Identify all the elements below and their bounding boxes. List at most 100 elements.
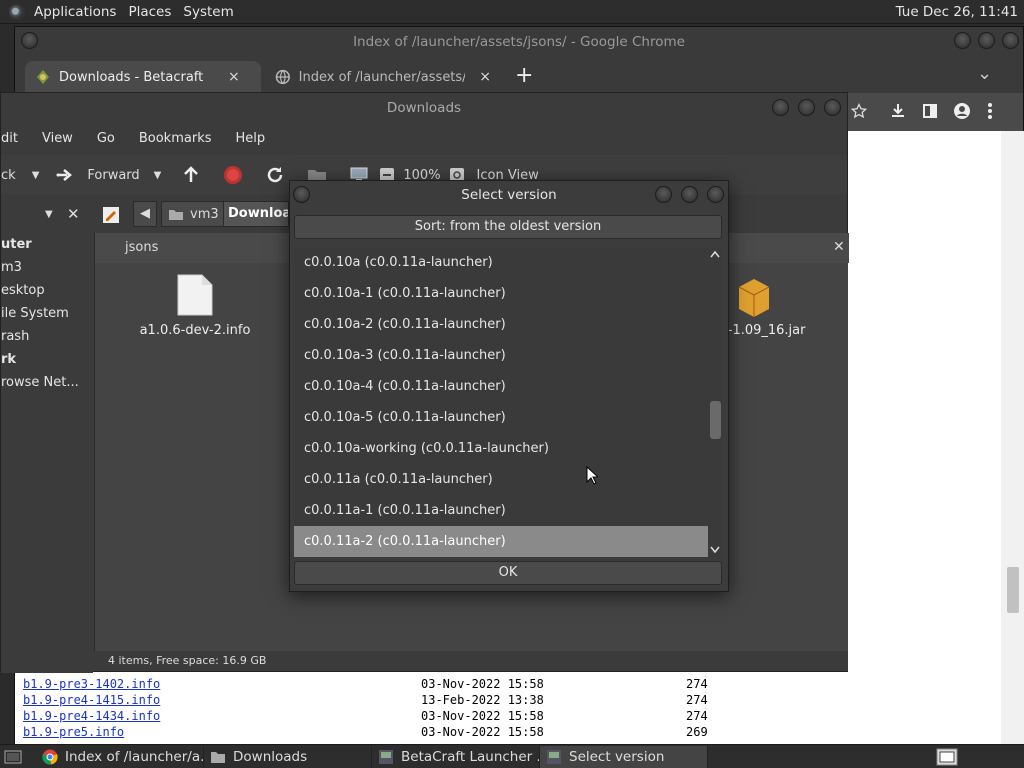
page-scrollbar-thumb[interactable]: [1007, 567, 1019, 613]
scroll-up-icon[interactable]: [710, 250, 720, 258]
tab-search-button[interactable]: ⌄: [977, 63, 992, 84]
close-side-pane-icon[interactable]: ✕: [67, 205, 80, 223]
list-item[interactable]: c0.0.10a-5 (c0.0.11a-launcher): [294, 402, 708, 433]
minimize-button[interactable]: [655, 186, 672, 203]
scrollbar-thumb[interactable]: [710, 401, 721, 439]
file-item[interactable]: a1.0.6-dev-2.info: [135, 273, 255, 338]
menu-view[interactable]: View: [42, 131, 73, 146]
file-link[interactable]: b1.9-pre4-1434.info: [23, 709, 160, 723]
profile-avatar-icon[interactable]: [953, 102, 971, 120]
bookmark-star-icon[interactable]: [851, 103, 867, 119]
minimize-button[interactable]: [954, 32, 971, 49]
stop-icon[interactable]: [223, 165, 243, 185]
folder-icon: [211, 751, 225, 763]
page-scrollbar[interactable]: [1001, 131, 1024, 745]
menu-help[interactable]: Help: [236, 131, 266, 146]
list-item[interactable]: c0.0.11a (c0.0.11a-launcher): [294, 464, 708, 495]
path-label: vm3: [190, 206, 219, 222]
tab-close-icon[interactable]: ✕: [833, 239, 845, 255]
scroll-down-icon[interactable]: [710, 546, 720, 554]
task-label: BetaCraft Launcher ...: [401, 748, 540, 765]
file-size: 274: [686, 693, 708, 707]
sidebar-header-network: rk: [1, 352, 17, 367]
tab-index-launcher[interactable]: Index of /launcher/assets/jsons/ ×: [265, 61, 501, 93]
file-link[interactable]: b1.9-pre3-1402.info: [23, 677, 160, 691]
workspace-switcher-icon[interactable]: [936, 748, 958, 766]
tab-close-icon[interactable]: ×: [228, 69, 240, 85]
edit-location-icon[interactable]: [102, 206, 120, 224]
file-date: 03-Nov-2022 15:58: [421, 725, 544, 739]
kebab-menu-icon[interactable]: [987, 102, 993, 120]
sidebar-item-vm3[interactable]: m3: [1, 256, 93, 279]
close-button[interactable]: [1002, 32, 1019, 49]
window-menu-button[interactable]: [293, 186, 310, 203]
show-desktop-icon[interactable]: [4, 749, 22, 765]
sidebar-item-desktop[interactable]: esktop: [1, 279, 93, 302]
menu-edit[interactable]: dit: [1, 131, 18, 146]
side-pane-dropdown-icon[interactable]: ▼: [45, 209, 53, 220]
list-item[interactable]: c0.0.11a-1 (c0.0.11a-launcher): [294, 495, 708, 526]
places-menu[interactable]: Places: [128, 4, 171, 20]
file-link[interactable]: b1.9-pre5.info: [23, 725, 124, 739]
menu-go[interactable]: Go: [97, 131, 115, 146]
back-button[interactable]: ck: [1, 168, 16, 183]
list-item[interactable]: c0.0.10a-2 (c0.0.11a-launcher): [294, 309, 708, 340]
fm-sidebar: uter m3 esktop ile System rash rk rowse …: [1, 233, 93, 673]
fm-titlebar: Downloads: [1, 93, 847, 123]
chrome-window-title: Index of /launcher/assets/jsons/ - Googl…: [353, 34, 685, 50]
list-item[interactable]: c0.0.10a-working (c0.0.11a-launcher): [294, 433, 708, 464]
list-item-selected[interactable]: c0.0.11a-2 (c0.0.11a-launcher): [294, 526, 708, 557]
sidebar-item-file-system[interactable]: ile System: [1, 302, 93, 325]
maximize-button[interactable]: [798, 99, 815, 116]
dialog-titlebar: Select version: [290, 181, 728, 209]
applications-menu[interactable]: Applications: [34, 4, 116, 20]
clock[interactable]: Tue Dec 26, 11:41: [896, 4, 1018, 20]
task-downloads[interactable]: Downloads: [204, 745, 372, 768]
tab-jsons[interactable]: jsons: [125, 240, 158, 255]
task-select-version[interactable]: Select version: [540, 745, 708, 768]
list-item[interactable]: c0.0.10a-1 (c0.0.11a-launcher): [294, 278, 708, 309]
file-size: 269: [686, 725, 708, 739]
file-name: a1.0.6-dev-2.info: [139, 323, 251, 338]
sidebar-item-browse-network[interactable]: rowse Net...: [1, 371, 93, 394]
list-item[interactable]: c0.0.10a-3 (c0.0.11a-launcher): [294, 340, 708, 371]
close-button[interactable]: [707, 186, 724, 203]
version-list[interactable]: c0.0.10a (c0.0.11a-launcher) c0.0.10a-1 …: [294, 247, 708, 557]
forward-arrow-icon: [56, 169, 73, 181]
tab-close-icon[interactable]: ×: [479, 69, 491, 85]
version-list-scrollbar[interactable]: [708, 247, 722, 557]
new-tab-button[interactable]: +: [515, 63, 533, 88]
task-chrome[interactable]: Index of /launcher/a...: [36, 745, 204, 768]
path-segment-downloads[interactable]: Downloads: [223, 201, 289, 227]
gnome-foot-icon[interactable]: [9, 3, 25, 20]
maximize-button[interactable]: [681, 186, 698, 203]
forward-dropdown-icon[interactable]: ▼: [154, 170, 162, 181]
side-panel-icon[interactable]: [922, 103, 938, 119]
ok-button[interactable]: OK: [294, 561, 722, 585]
minimize-button[interactable]: [772, 99, 789, 116]
path-segment-vm3[interactable]: vm3: [161, 201, 226, 227]
download-icon[interactable]: [889, 102, 907, 120]
path-left-arrow[interactable]: ◀: [133, 201, 157, 227]
forward-button[interactable]: Forward: [87, 168, 139, 183]
tab-downloads-betacraft[interactable]: Downloads - Betacraft ×: [25, 61, 261, 93]
reload-icon[interactable]: [265, 165, 285, 185]
fm-menubar: dit View Go Bookmarks Help: [1, 125, 847, 151]
window-menu-button[interactable]: [21, 32, 38, 49]
listing-row: b1.9-pre5.info 03-Nov-2022 15:58 269: [23, 725, 708, 739]
sort-button[interactable]: Sort: from the oldest version: [294, 215, 722, 239]
tab-title: Downloads - Betacraft: [59, 69, 204, 85]
fm-window-title: Downloads: [386, 100, 462, 116]
task-betacraft-launcher[interactable]: BetaCraft Launcher ...: [372, 745, 540, 768]
menu-bookmarks[interactable]: Bookmarks: [139, 131, 212, 146]
maximize-button[interactable]: [978, 32, 995, 49]
top-panel: Applications Places System Tue Dec 26, 1…: [0, 0, 1024, 24]
list-item[interactable]: c0.0.10a-4 (c0.0.11a-launcher): [294, 371, 708, 402]
list-item[interactable]: c0.0.10a (c0.0.11a-launcher): [294, 247, 708, 278]
system-menu[interactable]: System: [183, 4, 233, 20]
up-arrow-icon[interactable]: [181, 165, 201, 185]
close-button[interactable]: [824, 99, 841, 116]
file-link[interactable]: b1.9-pre4-1415.info: [23, 693, 160, 707]
sidebar-item-trash[interactable]: rash: [1, 325, 93, 348]
back-dropdown-icon[interactable]: ▼: [32, 170, 40, 181]
